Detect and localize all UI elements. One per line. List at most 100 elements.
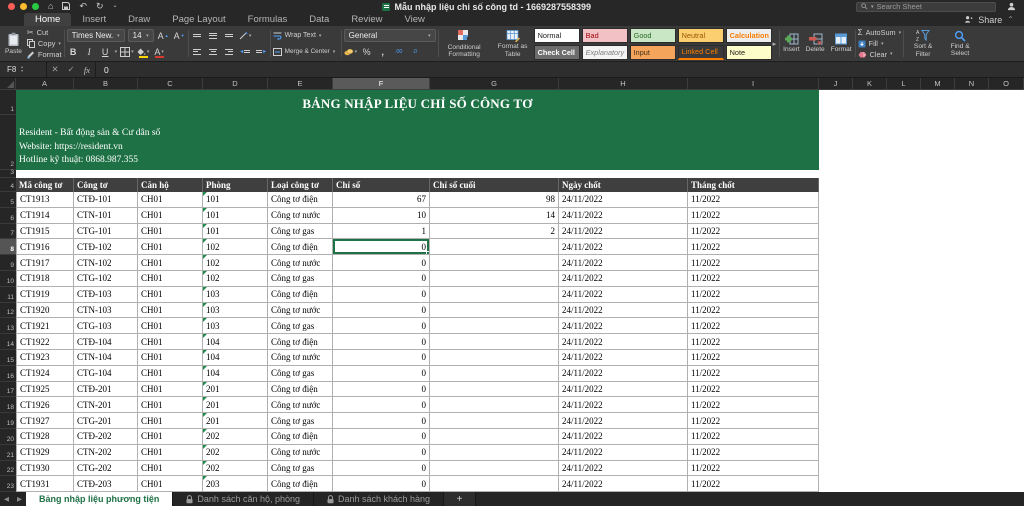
table-header-6[interactable]: Chỉ số — [333, 178, 430, 192]
cell-E19[interactable]: Công tơ gas — [268, 413, 333, 429]
formula-input[interactable]: 0 — [96, 62, 1024, 77]
cell-I19[interactable]: 11/2022 — [688, 413, 819, 429]
row-header-8[interactable]: 8 — [0, 239, 16, 255]
cell-I8[interactable]: 11/2022 — [688, 239, 819, 255]
table-header-2[interactable]: Công tơ — [74, 178, 138, 192]
cell-H23[interactable]: 24/11/2022 — [559, 476, 688, 492]
cell-G19[interactable] — [430, 413, 559, 429]
cell-B5[interactable]: CTĐ-101 — [74, 192, 138, 208]
text-orientation-icon[interactable]: ▾ — [239, 29, 252, 42]
row-header-3[interactable]: 3 — [0, 170, 16, 178]
cell-D21[interactable]: 202 — [203, 445, 268, 461]
cell-H8[interactable]: 24/11/2022 — [559, 239, 688, 255]
cell-G10[interactable] — [430, 271, 559, 287]
table-header-3[interactable]: Căn hộ — [138, 178, 203, 192]
align-top-icon[interactable] — [191, 29, 204, 42]
title-banner-cell[interactable]: BẢNG NHẬP LIỆU CHỈ SỐ CÔNG TƠ Resident -… — [16, 90, 819, 170]
name-box-stepper[interactable]: ▲▼ — [20, 66, 23, 73]
cell-D5[interactable]: 101 — [203, 192, 268, 208]
cell-D23[interactable]: 203 — [203, 476, 268, 492]
cell-G13[interactable] — [430, 318, 559, 334]
confirm-entry-icon[interactable]: ✓ — [63, 62, 79, 77]
sheet-tab-3[interactable]: Danh sách khách hàng — [314, 492, 444, 506]
column-header-C[interactable]: C — [138, 78, 203, 90]
cell-B11[interactable]: CTĐ-103 — [74, 287, 138, 303]
cell-I13[interactable]: 11/2022 — [688, 318, 819, 334]
cell-F13[interactable]: 0 — [333, 318, 430, 334]
cell-A21[interactable]: CT1929 — [16, 445, 74, 461]
cell-I12[interactable]: 11/2022 — [688, 303, 819, 319]
cell-A15[interactable]: CT1923 — [16, 350, 74, 366]
cell-A13[interactable]: CT1921 — [16, 318, 74, 334]
cell-I23[interactable]: 11/2022 — [688, 476, 819, 492]
table-header-9[interactable]: Tháng chốt — [688, 178, 819, 192]
cell-A10[interactable]: CT1918 — [16, 271, 74, 287]
cell-A19[interactable]: CT1927 — [16, 413, 74, 429]
align-left-icon[interactable] — [191, 45, 204, 58]
cell-G20[interactable] — [430, 429, 559, 445]
bold-button[interactable]: B — [67, 45, 80, 58]
row-header-1[interactable]: 1 — [0, 90, 16, 115]
fill-color-button[interactable]: ▾ — [137, 45, 150, 58]
row-header-21[interactable]: 21 — [0, 445, 16, 461]
cell-C23[interactable]: CH01 — [138, 476, 203, 492]
cell-B19[interactable]: CTG-201 — [74, 413, 138, 429]
cell-F15[interactable]: 0 — [333, 350, 430, 366]
increase-decimal-button[interactable]: .00 — [392, 45, 405, 58]
cell-B8[interactable]: CTĐ-102 — [74, 239, 138, 255]
column-header-K[interactable]: K — [853, 78, 887, 90]
cell-I6[interactable]: 11/2022 — [688, 208, 819, 224]
cell-I10[interactable]: 11/2022 — [688, 271, 819, 287]
ribbon-tab-page-layout[interactable]: Page Layout — [161, 13, 236, 26]
cell-G22[interactable] — [430, 461, 559, 477]
cell-style-good[interactable]: Good — [630, 28, 676, 43]
cell-C14[interactable]: CH01 — [138, 334, 203, 350]
increase-indent-icon[interactable]: ▸ — [255, 45, 268, 58]
table-header-8[interactable]: Ngày chốt — [559, 178, 688, 192]
cell-E12[interactable]: Công tơ nước — [268, 303, 333, 319]
table-header-1[interactable]: Mã công tơ — [16, 178, 74, 192]
cell-B15[interactable]: CTN-104 — [74, 350, 138, 366]
cell-A23[interactable]: CT1931 — [16, 476, 74, 492]
cell-I17[interactable]: 11/2022 — [688, 382, 819, 398]
cell-H10[interactable]: 24/11/2022 — [559, 271, 688, 287]
cell-D9[interactable]: 102 — [203, 255, 268, 271]
align-bottom-icon[interactable] — [223, 29, 236, 42]
cell-H19[interactable]: 24/11/2022 — [559, 413, 688, 429]
cell-C5[interactable]: CH01 — [138, 192, 203, 208]
cell-F16[interactable]: 0 — [333, 366, 430, 382]
cell-C11[interactable]: CH01 — [138, 287, 203, 303]
cell-A14[interactable]: CT1922 — [16, 334, 74, 350]
close-window-button[interactable] — [8, 3, 15, 10]
row-header-15[interactable]: 15 — [0, 350, 16, 366]
cell-B6[interactable]: CTN-101 — [74, 208, 138, 224]
insert-function-icon[interactable]: fx — [79, 62, 95, 77]
column-header-M[interactable]: M — [921, 78, 955, 90]
paste-button[interactable]: Paste — [4, 28, 23, 59]
row-header-10[interactable]: 10 — [0, 271, 16, 287]
cell-style-input[interactable]: Input — [630, 45, 676, 60]
cell-E23[interactable]: Công tơ điện — [268, 476, 333, 492]
column-header-O[interactable]: O — [989, 78, 1024, 90]
row-header-9[interactable]: 9 — [0, 255, 16, 271]
delete-cells-button[interactable]: Delete — [805, 28, 826, 59]
ribbon-tab-data[interactable]: Data — [298, 13, 340, 26]
cell-E21[interactable]: Công tơ nước — [268, 445, 333, 461]
align-right-icon[interactable] — [223, 45, 236, 58]
cell-H13[interactable]: 24/11/2022 — [559, 318, 688, 334]
cell-E17[interactable]: Công tơ điện — [268, 382, 333, 398]
select-all-corner[interactable] — [0, 78, 16, 90]
autosum-button[interactable]: Σ AutoSum▾ — [858, 28, 901, 38]
name-box[interactable]: F8 ▲▼ — [0, 62, 46, 77]
column-header-L[interactable]: L — [887, 78, 921, 90]
cell-E7[interactable]: Công tơ gas — [268, 224, 333, 240]
cancel-entry-icon[interactable]: ✕ — [47, 62, 63, 77]
cell-G14[interactable] — [430, 334, 559, 350]
cell-G16[interactable] — [430, 366, 559, 382]
cell-F18[interactable]: 0 — [333, 397, 430, 413]
cell-I15[interactable]: 11/2022 — [688, 350, 819, 366]
table-header-4[interactable]: Phòng — [203, 178, 268, 192]
find-select-button[interactable]: Find & Select — [944, 28, 976, 59]
clear-button[interactable]: Clear▾ — [858, 49, 901, 59]
cell-E9[interactable]: Công tơ nước — [268, 255, 333, 271]
